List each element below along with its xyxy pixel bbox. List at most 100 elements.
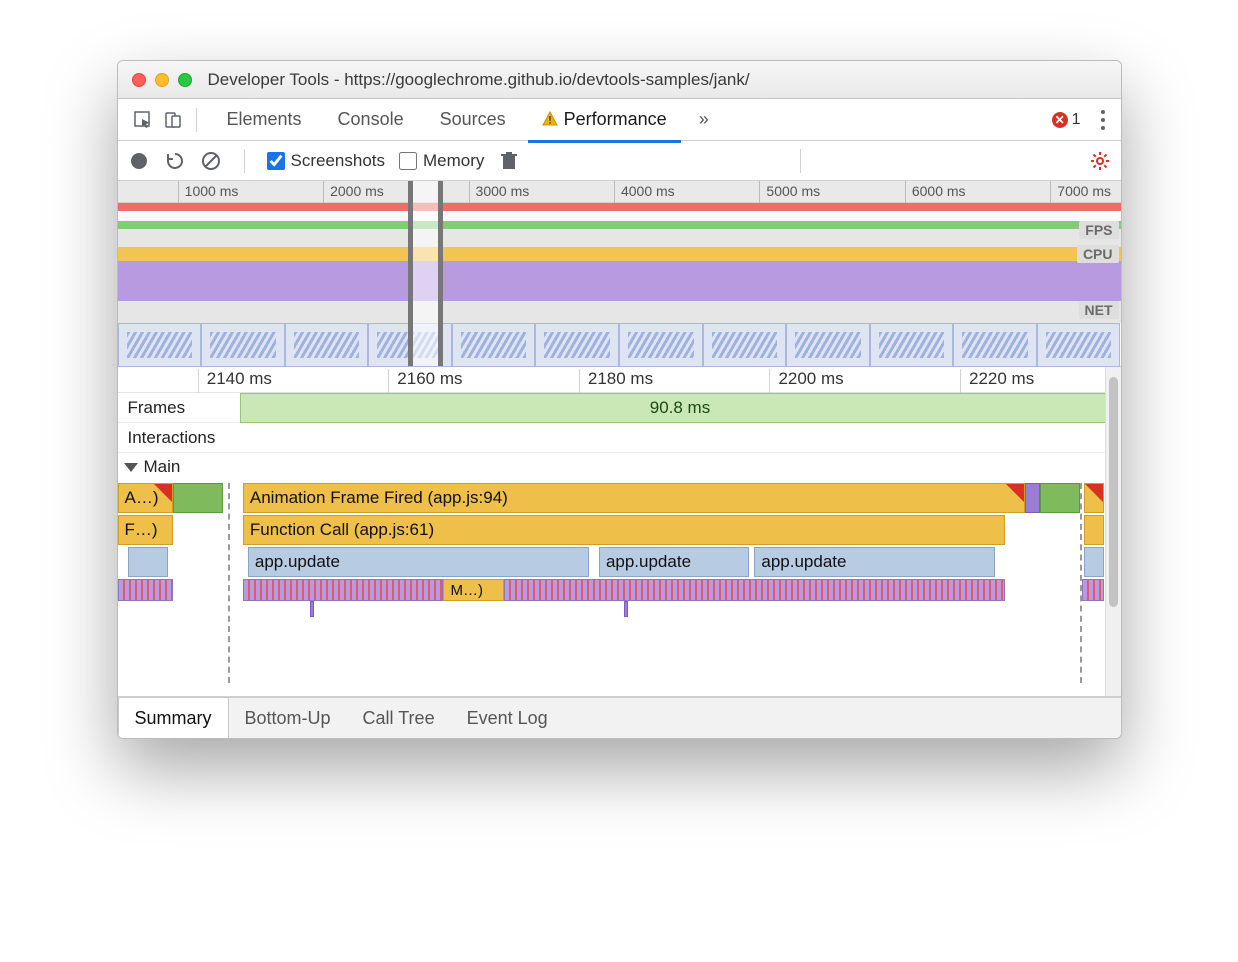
ov-tick: 3000 ms	[469, 181, 530, 203]
screenshot-thumb[interactable]	[201, 323, 285, 367]
flame-seg[interactable]	[1084, 515, 1104, 545]
flame-seg[interactable]: app.update	[599, 547, 749, 577]
flame-seg[interactable]	[128, 547, 168, 577]
detail-ruler[interactable]: 2140 ms 2160 ms 2180 ms 2200 ms 2220 ms	[118, 367, 1121, 393]
overview-selection[interactable]	[408, 181, 443, 366]
screenshot-thumb[interactable]	[118, 323, 202, 367]
ov-tick: 1000 ms	[178, 181, 239, 203]
flame-seg[interactable]	[1084, 547, 1104, 577]
details-tabs-wrap: Summary Bottom-Up Call Tree Event Log	[118, 697, 1121, 738]
memory-input[interactable]	[399, 152, 417, 170]
error-count: 1	[1072, 111, 1081, 129]
flame-seg[interactable]	[504, 579, 1006, 601]
settings-icon[interactable]	[1089, 150, 1111, 172]
ov-longtask-bar	[118, 203, 1121, 211]
fps-lane	[118, 221, 1121, 243]
ov-tick: 5000 ms	[759, 181, 820, 203]
flame-seg[interactable]	[1040, 483, 1080, 513]
main-section-header[interactable]: Main	[118, 453, 1121, 481]
devtools-tabs: Elements Console Sources Performance » ✕…	[118, 99, 1121, 141]
expand-icon[interactable]	[124, 463, 138, 472]
flame-seg[interactable]: F…)	[118, 515, 173, 545]
flame-seg[interactable]	[624, 601, 628, 617]
screenshot-thumb[interactable]	[619, 323, 703, 367]
screenshot-thumb[interactable]	[953, 323, 1037, 367]
tab-event-log[interactable]: Event Log	[451, 698, 564, 738]
flame-rows[interactable]: A…) Animation Frame Fired (app.js:94) F……	[118, 483, 1121, 683]
flame-seg[interactable]: app.update	[754, 547, 995, 577]
flame-seg[interactable]	[1082, 579, 1104, 601]
d-tick: 2180 ms	[579, 369, 653, 393]
screenshot-thumb[interactable]	[703, 323, 787, 367]
ov-tick: 2000 ms	[323, 181, 384, 203]
tab-performance-label: Performance	[564, 109, 667, 129]
flame-seg[interactable]: A…)	[118, 483, 173, 513]
screenshot-thumb[interactable]	[870, 323, 954, 367]
kebab-menu-icon[interactable]	[1095, 110, 1111, 130]
tab-elements[interactable]: Elements	[209, 98, 320, 142]
overview-timeline[interactable]: 1000 ms 2000 ms 3000 ms 4000 ms 5000 ms …	[118, 181, 1121, 367]
minimize-icon[interactable]	[155, 73, 169, 87]
top-tab-list: Elements Console Sources Performance	[209, 98, 685, 142]
tabs-overflow-button[interactable]: »	[699, 109, 709, 130]
devtools-window: Developer Tools - https://googlechrome.g…	[117, 60, 1122, 739]
screenshots-checkbox[interactable]: Screenshots	[267, 151, 386, 171]
scrollbar[interactable]	[1105, 367, 1121, 696]
frames-row[interactable]: Frames 90.8 ms	[118, 393, 1121, 423]
flame-seg[interactable]	[310, 601, 314, 617]
screenshot-thumb[interactable]	[285, 323, 369, 367]
net-label: NET	[1079, 301, 1119, 319]
close-icon[interactable]	[132, 73, 146, 87]
inspect-icon[interactable]	[128, 110, 158, 130]
frames-label: Frames	[118, 398, 248, 418]
screenshot-thumb[interactable]	[535, 323, 619, 367]
selection-marker[interactable]	[228, 483, 230, 683]
selection-marker[interactable]	[1080, 483, 1082, 683]
interactions-row[interactable]: Interactions	[118, 423, 1121, 453]
reload-button[interactable]	[164, 150, 186, 172]
error-indicator[interactable]: ✕ 1	[1052, 111, 1081, 129]
flame-seg[interactable]: Function Call (app.js:61)	[243, 515, 1005, 545]
flame-seg[interactable]	[173, 483, 223, 513]
cpu-lane	[118, 243, 1121, 301]
tab-call-tree[interactable]: Call Tree	[347, 698, 451, 738]
zoom-icon[interactable]	[178, 73, 192, 87]
frame-bar[interactable]: 90.8 ms	[240, 393, 1121, 423]
tab-summary[interactable]: Summary	[118, 697, 229, 738]
record-button[interactable]	[128, 150, 150, 172]
clear-button[interactable]	[200, 150, 222, 172]
tab-sources[interactable]: Sources	[422, 98, 524, 142]
flame-seg[interactable]	[118, 579, 173, 601]
device-toggle-icon[interactable]	[158, 110, 188, 130]
scroll-thumb[interactable]	[1109, 377, 1118, 607]
divider	[196, 108, 197, 132]
flame-seg[interactable]	[1084, 483, 1104, 513]
memory-label: Memory	[423, 151, 484, 171]
screenshots-input[interactable]	[267, 152, 285, 170]
interactions-label: Interactions	[118, 428, 248, 448]
screenshot-thumb[interactable]	[786, 323, 870, 367]
tab-performance[interactable]: Performance	[524, 98, 685, 142]
memory-checkbox[interactable]: Memory	[399, 151, 484, 171]
screenshot-thumb[interactable]	[1037, 323, 1121, 367]
perf-toolbar: Screenshots Memory	[118, 141, 1121, 181]
net-lane	[118, 301, 1121, 323]
main-label: Main	[144, 457, 181, 477]
cpu-label: CPU	[1077, 245, 1119, 263]
tab-console[interactable]: Console	[320, 98, 422, 142]
details-tabs: Summary Bottom-Up Call Tree Event Log	[118, 698, 1121, 738]
garbage-collect-button[interactable]	[498, 150, 520, 172]
overview-ruler[interactable]: 1000 ms 2000 ms 3000 ms 4000 ms 5000 ms …	[118, 181, 1121, 203]
d-tick: 2220 ms	[960, 369, 1034, 393]
flame-seg[interactable]: Animation Frame Fired (app.js:94)	[243, 483, 1025, 513]
screenshot-strip[interactable]	[118, 323, 1121, 367]
flame-seg[interactable]	[243, 579, 444, 601]
tab-bottom-up[interactable]: Bottom-Up	[229, 698, 347, 738]
flame-seg[interactable]	[1025, 483, 1040, 513]
flame-seg[interactable]: M…)	[443, 579, 503, 601]
flame-seg[interactable]: app.update	[248, 547, 589, 577]
error-dot-icon: ✕	[1052, 112, 1068, 128]
flamechart-panel[interactable]: 2140 ms 2160 ms 2180 ms 2200 ms 2220 ms …	[118, 367, 1121, 697]
ov-tick: 4000 ms	[614, 181, 675, 203]
screenshot-thumb[interactable]	[452, 323, 536, 367]
